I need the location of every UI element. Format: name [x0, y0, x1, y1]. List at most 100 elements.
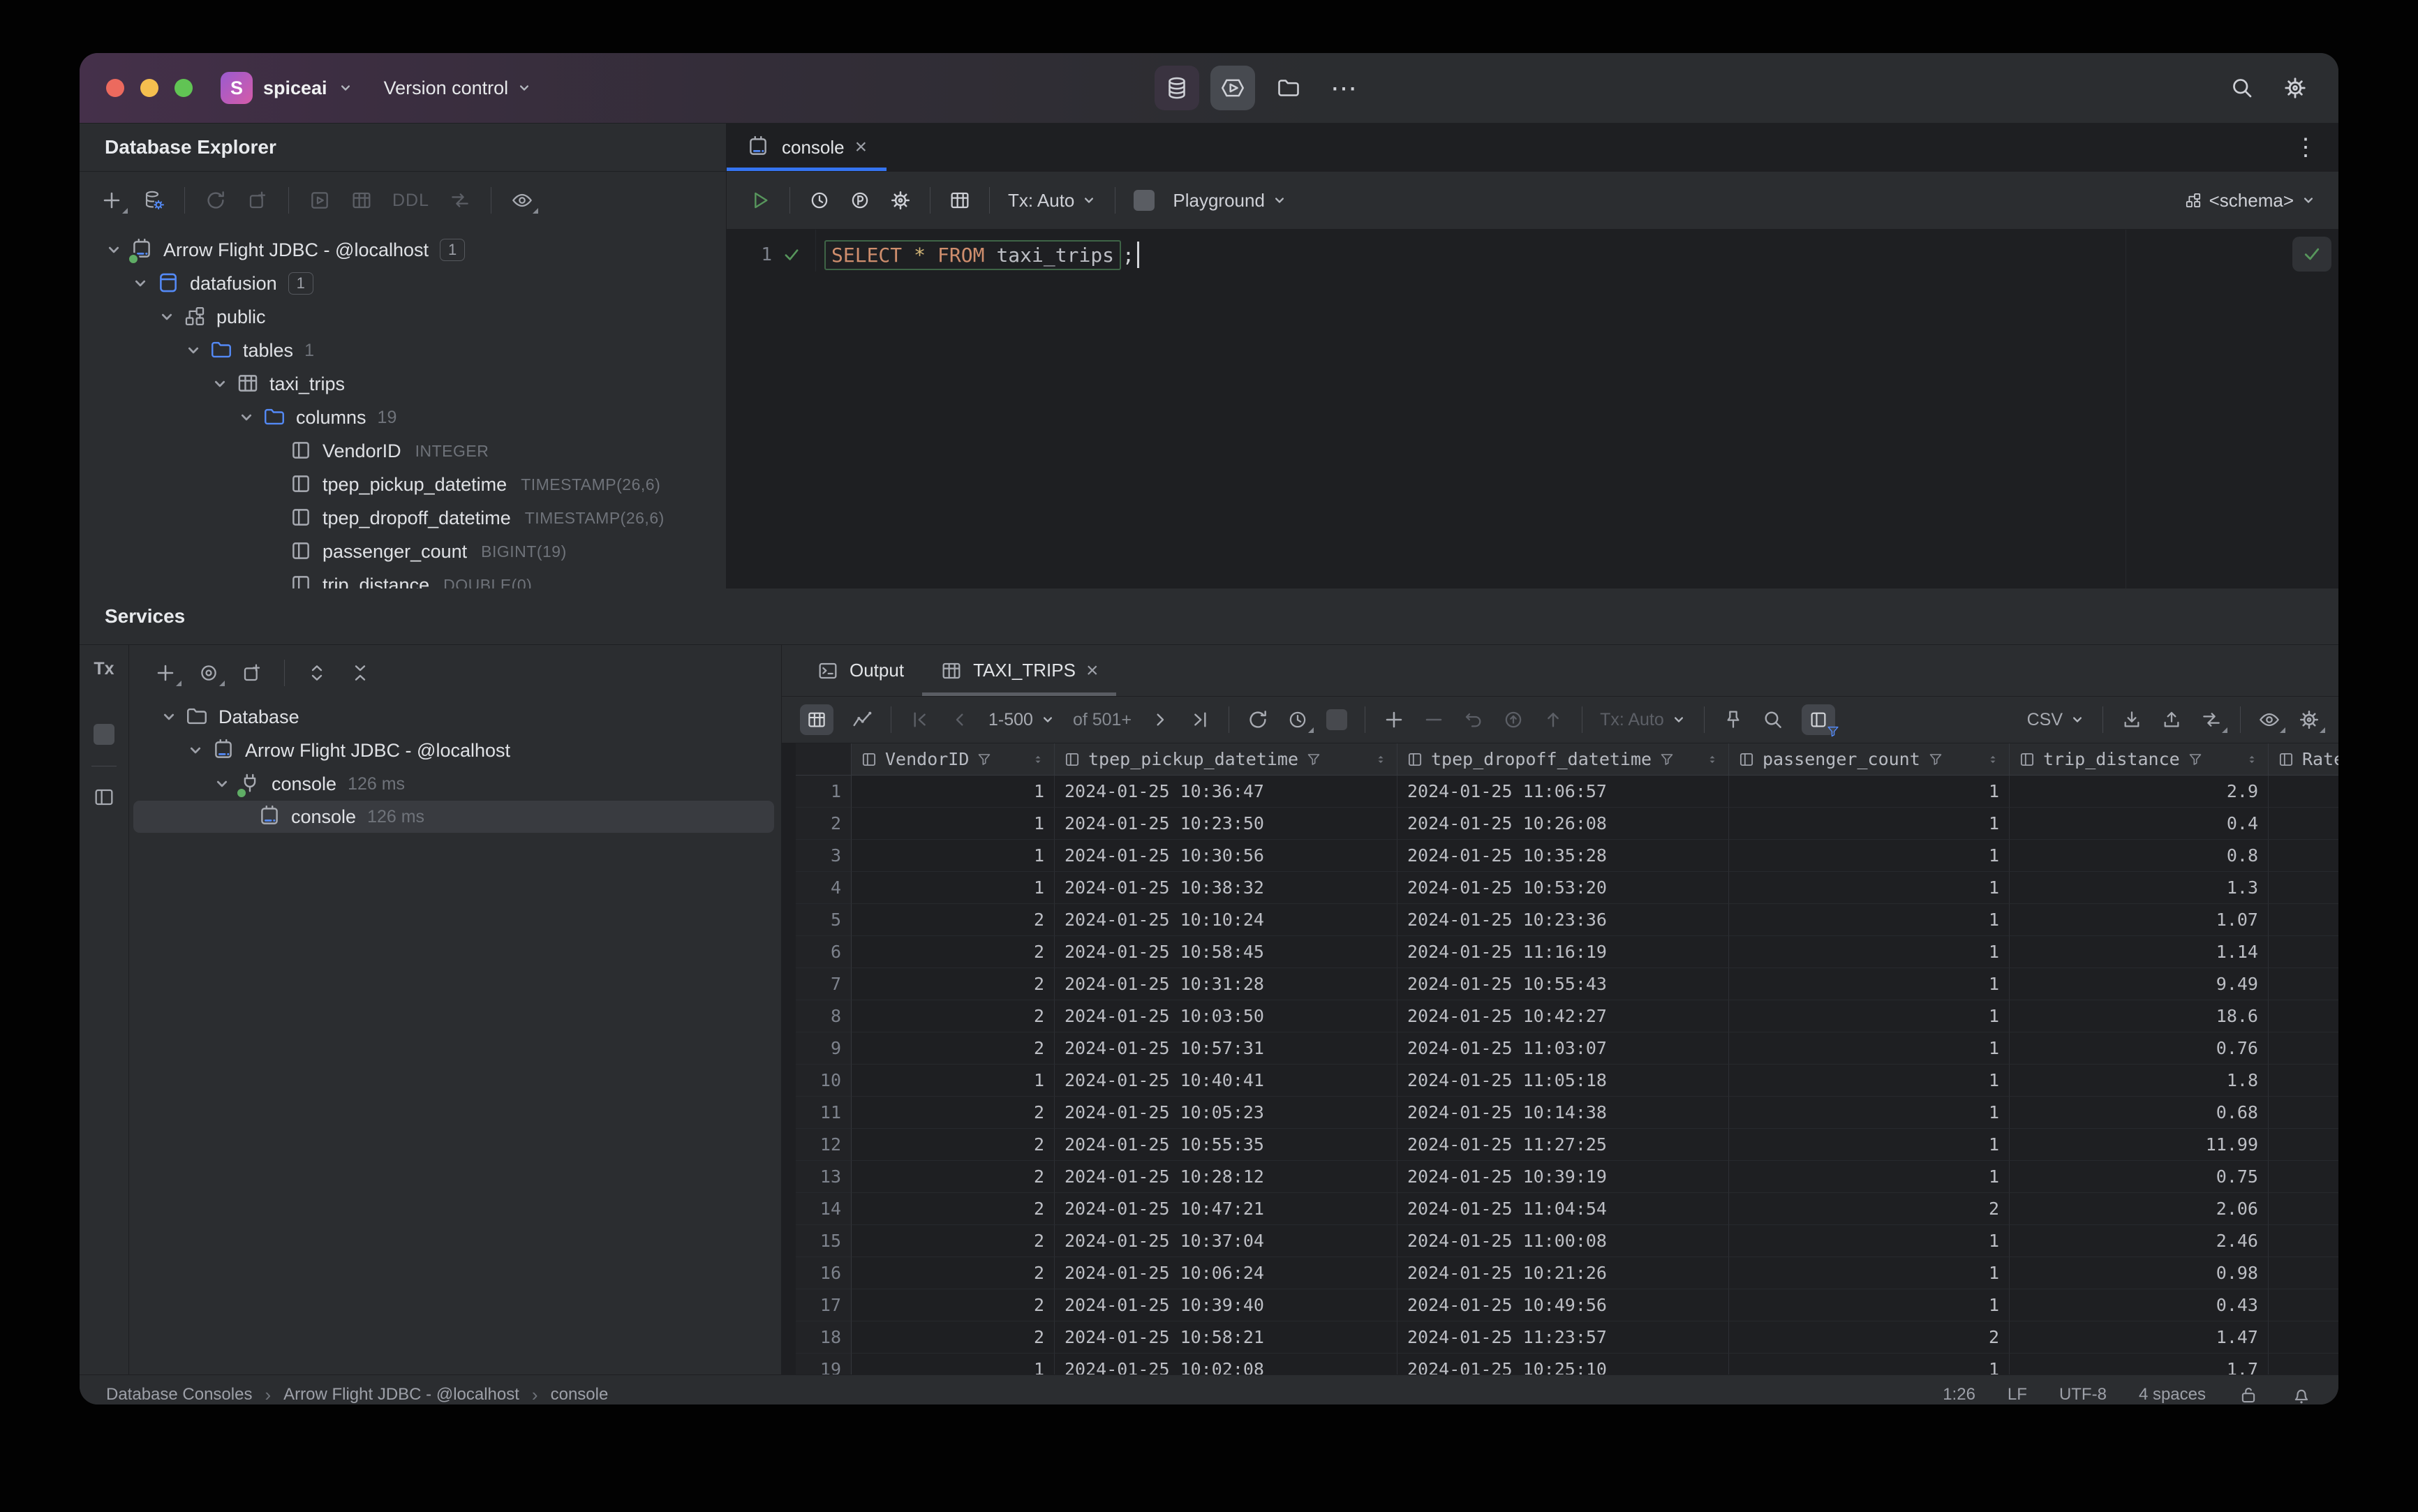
page-size-select[interactable]: 1-500 [988, 710, 1055, 730]
pin-tab-button[interactable] [1722, 709, 1744, 731]
run-profile-select[interactable]: Playground [1173, 190, 1287, 212]
revert-button[interactable] [1462, 709, 1485, 731]
grid-settings-button[interactable] [2298, 709, 2325, 733]
cell-passenger-count[interactable]: 1 [1729, 904, 2010, 936]
chart-view-toggle[interactable] [851, 709, 873, 731]
cell-trip-distance[interactable]: 0.8 [2010, 840, 2269, 872]
first-page-button[interactable] [909, 709, 931, 731]
close-window-button[interactable] [106, 79, 124, 97]
cell-rate[interactable] [2269, 1321, 2338, 1354]
tree-item-column[interactable]: VendorID INTEGER [80, 434, 726, 468]
cell-rate[interactable] [2269, 936, 2338, 968]
cell-rate[interactable] [2269, 1000, 2338, 1032]
cell-dropoff-datetime[interactable]: 2024-01-25 11:05:18 [1397, 1065, 1729, 1097]
cell-rate[interactable] [2269, 1097, 2338, 1129]
row-number[interactable]: 9 [796, 1032, 852, 1065]
sort-icon[interactable] [1705, 752, 1720, 767]
delete-row-button[interactable] [1423, 709, 1445, 731]
cell-pickup-datetime[interactable]: 2024-01-25 10:06:24 [1055, 1257, 1397, 1289]
sort-icon[interactable] [1985, 752, 2001, 767]
cell-trip-distance[interactable]: 1.3 [2010, 872, 2269, 904]
cell-dropoff-datetime[interactable]: 2024-01-25 10:35:28 [1397, 840, 1729, 872]
run-sql-script-button[interactable] [309, 189, 331, 212]
cell-passenger-count[interactable]: 1 [1729, 1129, 2010, 1161]
cell-pickup-datetime[interactable]: 2024-01-25 10:28:12 [1055, 1161, 1397, 1193]
row-number[interactable]: 19 [796, 1354, 852, 1374]
cell-trip-distance[interactable]: 2.06 [2010, 1193, 2269, 1225]
reload-page-button[interactable] [1247, 709, 1269, 731]
tree-item-database[interactable]: datafusion 1 [80, 267, 726, 300]
tree-item-column[interactable]: tpep_dropoff_datetime TIMESTAMP(26,6) [80, 501, 726, 535]
cell-rate[interactable] [2269, 1161, 2338, 1193]
database-tool-button[interactable] [1155, 66, 1199, 110]
cell-vendorid[interactable]: 1 [852, 776, 1055, 808]
cell-dropoff-datetime[interactable]: 2024-01-25 11:27:25 [1397, 1129, 1729, 1161]
cell-pickup-datetime[interactable]: 2024-01-25 10:37:04 [1055, 1225, 1397, 1257]
cell-dropoff-datetime[interactable]: 2024-01-25 10:23:36 [1397, 904, 1729, 936]
compare-button[interactable] [449, 189, 471, 212]
tx-mode-select[interactable]: Tx: Auto [1008, 190, 1097, 212]
cell-passenger-count[interactable]: 1 [1729, 1065, 2010, 1097]
filter-icon[interactable] [2187, 751, 2204, 768]
cell-rate[interactable] [2269, 1257, 2338, 1289]
tree-item-columns-folder[interactable]: columns 19 [80, 401, 726, 434]
more-tools-button[interactable]: ⋯ [1322, 66, 1367, 110]
cell-passenger-count[interactable]: 1 [1729, 936, 2010, 968]
cell-dropoff-datetime[interactable]: 2024-01-25 11:16:19 [1397, 936, 1729, 968]
cell-dropoff-datetime[interactable]: 2024-01-25 11:23:57 [1397, 1321, 1729, 1354]
cell-trip-distance[interactable]: 0.4 [2010, 808, 2269, 840]
row-number[interactable]: 3 [796, 840, 852, 872]
version-control-menu[interactable]: Version control [384, 77, 533, 99]
open-in-new-button[interactable] [241, 662, 263, 684]
tab-console[interactable]: console × [727, 124, 887, 171]
cell-vendorid[interactable]: 1 [852, 1065, 1055, 1097]
code-editor[interactable]: 1 SELECT * FROM taxi_trips ; [727, 230, 2338, 588]
column-header-dropoff[interactable]: tpep_dropoff_datetime [1397, 743, 1729, 776]
transactions-icon[interactable]: Tx [94, 659, 114, 679]
cell-vendorid[interactable]: 2 [852, 1000, 1055, 1032]
line-separator-widget[interactable]: LF [2008, 1385, 2027, 1404]
cell-pickup-datetime[interactable]: 2024-01-25 10:36:47 [1055, 776, 1397, 808]
service-item-console-selected[interactable]: console 126 ms [133, 801, 774, 833]
cell-rate[interactable] [2269, 1129, 2338, 1161]
project-files-button[interactable] [1266, 66, 1311, 110]
cell-vendorid[interactable]: 2 [852, 1225, 1055, 1257]
cell-dropoff-datetime[interactable]: 2024-01-25 10:53:20 [1397, 872, 1729, 904]
history-button[interactable] [808, 189, 831, 212]
column-header-pickup[interactable]: tpep_pickup_datetime [1055, 743, 1397, 776]
chevron-down-icon[interactable] [207, 371, 233, 397]
cell-trip-distance[interactable]: 1.14 [2010, 936, 2269, 968]
cell-passenger-count[interactable]: 1 [1729, 1257, 2010, 1289]
cell-dropoff-datetime[interactable]: 2024-01-25 10:49:56 [1397, 1289, 1729, 1321]
cell-passenger-count[interactable]: 1 [1729, 968, 2010, 1000]
search-everywhere-button[interactable] [2230, 75, 2255, 101]
cell-pickup-datetime[interactable]: 2024-01-25 10:58:21 [1055, 1321, 1397, 1354]
chevron-down-icon[interactable] [182, 737, 209, 764]
layout-icon[interactable] [93, 786, 115, 808]
cell-dropoff-datetime[interactable]: 2024-01-25 11:04:54 [1397, 1193, 1729, 1225]
tx-mode-select[interactable]: Tx: Auto [1600, 710, 1686, 730]
filter-icon[interactable] [1305, 751, 1322, 768]
cell-dropoff-datetime[interactable]: 2024-01-25 10:14:38 [1397, 1097, 1729, 1129]
next-page-button[interactable] [1149, 709, 1171, 731]
project-selector[interactable]: S spiceai [221, 72, 353, 104]
cell-passenger-count[interactable]: 1 [1729, 1354, 2010, 1374]
close-tab-icon[interactable]: × [855, 137, 868, 158]
cell-rate[interactable] [2269, 1225, 2338, 1257]
cell-trip-distance[interactable]: 1.07 [2010, 904, 2269, 936]
cell-pickup-datetime[interactable]: 2024-01-25 10:47:21 [1055, 1193, 1397, 1225]
cell-vendorid[interactable]: 2 [852, 1161, 1055, 1193]
cell-dropoff-datetime[interactable]: 2024-01-25 11:03:07 [1397, 1032, 1729, 1065]
cell-trip-distance[interactable]: 0.68 [2010, 1097, 2269, 1129]
chevron-down-icon[interactable] [154, 304, 180, 330]
row-number[interactable]: 8 [796, 1000, 852, 1032]
cell-vendorid[interactable]: 2 [852, 1321, 1055, 1354]
collapse-all-button[interactable] [349, 662, 371, 684]
chevron-down-icon[interactable] [180, 337, 207, 364]
cell-rate[interactable] [2269, 968, 2338, 1000]
cell-rate[interactable] [2269, 1065, 2338, 1097]
tree-item-column[interactable]: tpep_pickup_datetime TIMESTAMP(26,6) [80, 468, 726, 501]
cell-passenger-count[interactable]: 1 [1729, 1000, 2010, 1032]
export-format-select[interactable]: CSV [2027, 710, 2085, 730]
cell-pickup-datetime[interactable]: 2024-01-25 10:40:41 [1055, 1065, 1397, 1097]
